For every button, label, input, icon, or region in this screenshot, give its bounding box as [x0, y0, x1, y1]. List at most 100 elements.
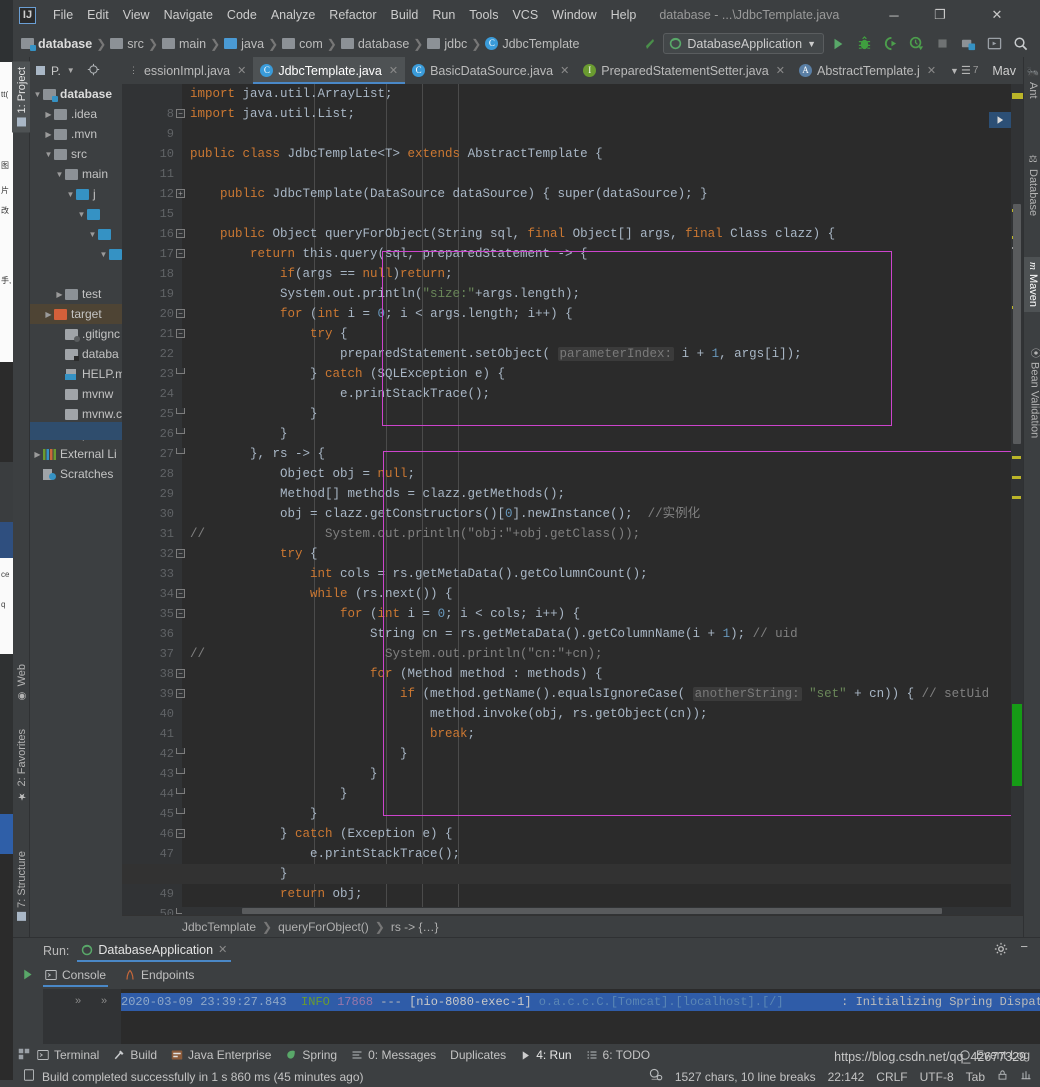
console-output[interactable]: » » 2020-03-09 23:39:27.843 INFO 17868 -… [43, 989, 1040, 1045]
tab-abstracttemplate[interactable]: A AbstractTemplate.j ✕ [792, 57, 943, 84]
menu-view[interactable]: View [116, 5, 157, 25]
menu-build[interactable]: Build [384, 5, 426, 25]
error-stripe-markers[interactable] [1011, 84, 1023, 915]
project-tree-item[interactable]: ▶External Li [30, 444, 122, 464]
bottom-item-build[interactable]: Build [113, 1048, 157, 1062]
editor-scrollbar-thumb[interactable] [1013, 204, 1021, 444]
tab-basicdatasource[interactable]: C BasicDataSource.java ✕ [405, 57, 576, 84]
window-close-button[interactable]: ✕ [974, 0, 1020, 30]
debug-button[interactable] [852, 33, 876, 55]
bottom-item-terminal[interactable]: Terminal [37, 1048, 99, 1062]
project-tree-item[interactable]: ▶test [30, 284, 122, 304]
collapse-arrow-icon[interactable]: ▼ [43, 150, 54, 159]
project-tree-item[interactable]: ▼j [30, 184, 122, 204]
run-gutter-arrow-icon[interactable] [989, 112, 1011, 128]
run-configuration-selector[interactable]: DatabaseApplication ▼ [663, 33, 824, 54]
sidebar-item-maven[interactable]: m Maven [1024, 257, 1040, 312]
sidebar-item-bean-validation[interactable]: ⦿ Bean Validation [1024, 343, 1040, 443]
collapse-arrow-icon[interactable]: ▼ [54, 170, 65, 179]
locate-icon[interactable] [87, 63, 100, 79]
breadcrumb-lambda[interactable]: rs -> {…} [391, 920, 439, 934]
tab-endpoints[interactable]: Endpoints [122, 965, 196, 987]
indent-setting[interactable]: Tab [966, 1070, 985, 1084]
run-with-coverage-button[interactable] [878, 33, 902, 55]
bottom-item-java-enterprise[interactable]: Java Enterprise [171, 1048, 271, 1062]
close-icon[interactable]: ✕ [560, 64, 569, 77]
breadcrumb-jdbc[interactable]: jdbc [427, 37, 467, 51]
update-application-button[interactable] [982, 33, 1006, 55]
git-branch-icon[interactable] [1020, 1069, 1032, 1084]
bottom-item-spring[interactable]: Spring [285, 1048, 337, 1062]
window-maximize-button[interactable]: ❐ [917, 0, 963, 30]
breadcrumb-method[interactable]: queryForObject() [278, 920, 369, 934]
code-viewport[interactable]: 8910111215161718192021222324252627282930… [122, 84, 1023, 915]
source-code[interactable]: import java.util.ArrayList;import java.u… [182, 84, 1023, 915]
file-encoding[interactable]: UTF-8 [920, 1070, 954, 1084]
caret-position[interactable]: 22:142 [828, 1070, 865, 1084]
search-everywhere-button[interactable] [1008, 33, 1032, 55]
project-tree-item[interactable]: ▼main [30, 164, 122, 184]
tab-sessionimpl[interactable]: ⋮ essionImpl.java ✕ [122, 57, 253, 84]
breadcrumb-main[interactable]: main [162, 37, 206, 51]
menu-file[interactable]: File [46, 5, 80, 25]
rerun-button[interactable] [21, 968, 34, 984]
menu-help[interactable]: Help [604, 5, 644, 25]
sidebar-item-favorites[interactable]: ★ 2: Favorites [12, 723, 32, 807]
gear-icon[interactable] [994, 942, 1008, 959]
project-tree-item[interactable]: ▶.idea [30, 104, 122, 124]
menu-window[interactable]: Window [545, 5, 603, 25]
menu-code[interactable]: Code [220, 5, 264, 25]
run-tab-databaseapplication[interactable]: DatabaseApplication ✕ [77, 940, 231, 962]
collapse-arrow-icon[interactable]: ▼ [65, 190, 76, 199]
lock-icon[interactable] [997, 1069, 1008, 1084]
close-icon[interactable]: ✕ [927, 64, 936, 77]
tab-preparedstatementsetter[interactable]: I PreparedStatementSetter.java ✕ [576, 57, 792, 84]
expand-arrow-icon[interactable]: ▶ [43, 310, 54, 319]
sidebar-item-web[interactable]: ◉ Web [12, 658, 32, 707]
profile-button[interactable] [904, 33, 928, 55]
collapse-arrow-icon[interactable]: ▼ [76, 210, 87, 219]
project-tree-item[interactable]: ▼ [30, 224, 122, 244]
project-tree-item[interactable]: .gitignc [30, 324, 122, 344]
menu-tools[interactable]: Tools [462, 5, 505, 25]
line-separator[interactable]: CRLF [876, 1070, 907, 1084]
project-tree-item[interactable]: HELP.m [30, 364, 122, 384]
project-tree-item[interactable]: ▼ [30, 204, 122, 224]
sidebar-item-database[interactable]: ⚖ Database [1024, 149, 1040, 221]
project-tree-item[interactable]: mvnw.c [30, 404, 122, 424]
expand-icon[interactable]: » [75, 995, 81, 1007]
collapse-arrow-icon[interactable]: ▼ [32, 90, 43, 99]
inspections-icon[interactable] [649, 1068, 663, 1085]
project-tree-item[interactable]: mvnw [30, 384, 122, 404]
stop-button[interactable] [930, 33, 954, 55]
breadcrumb-com[interactable]: com [282, 37, 323, 51]
menu-vcs[interactable]: VCS [505, 5, 545, 25]
breadcrumb-database-pkg[interactable]: database [341, 37, 409, 51]
project-tree-item[interactable]: Scratches [30, 464, 122, 484]
tool-windows-icon[interactable] [18, 1048, 30, 1063]
close-icon[interactable]: ✕ [776, 64, 785, 77]
expand-arrow-icon[interactable]: ▶ [32, 450, 43, 459]
project-tree-item[interactable]: ▼database [30, 84, 122, 104]
sidebar-item-ant[interactable]: 🐜 Ant [1024, 61, 1040, 104]
breadcrumb-java[interactable]: java [224, 37, 264, 51]
breadcrumb-src[interactable]: src [110, 37, 144, 51]
project-tool-window[interactable]: P. ▼ ▼database▶.idea▶.mvn▼src▼main▼j▼▼▼▶… [30, 57, 122, 937]
project-tree-item[interactable]: ▼ [30, 244, 122, 264]
bottom-item-messages[interactable]: 0: Messages [351, 1048, 436, 1062]
expand-arrow-icon[interactable]: ▶ [54, 290, 65, 299]
close-icon[interactable]: ✕ [237, 64, 246, 77]
run-button[interactable] [826, 33, 850, 55]
expand-arrow-icon[interactable]: ▶ [43, 110, 54, 119]
menu-run[interactable]: Run [425, 5, 462, 25]
project-tree-item[interactable]: ▶target [30, 304, 122, 324]
close-icon[interactable]: ✕ [218, 943, 227, 956]
editor-gutter[interactable]: 8910111215161718192021222324252627282930… [122, 84, 182, 915]
collapse-arrow-icon[interactable]: ▼ [98, 250, 109, 259]
sidebar-item-project[interactable]: 1: Project [12, 61, 32, 132]
back-arrow-icon[interactable] [637, 33, 661, 55]
collapse-arrow-icon[interactable]: ▼ [87, 230, 98, 239]
expand-arrow-icon[interactable]: ▶ [43, 130, 54, 139]
tab-overflow-button[interactable]: ▼ ☰ 7 [943, 57, 985, 84]
bottom-item-todo[interactable]: 6: TODO [586, 1048, 651, 1062]
